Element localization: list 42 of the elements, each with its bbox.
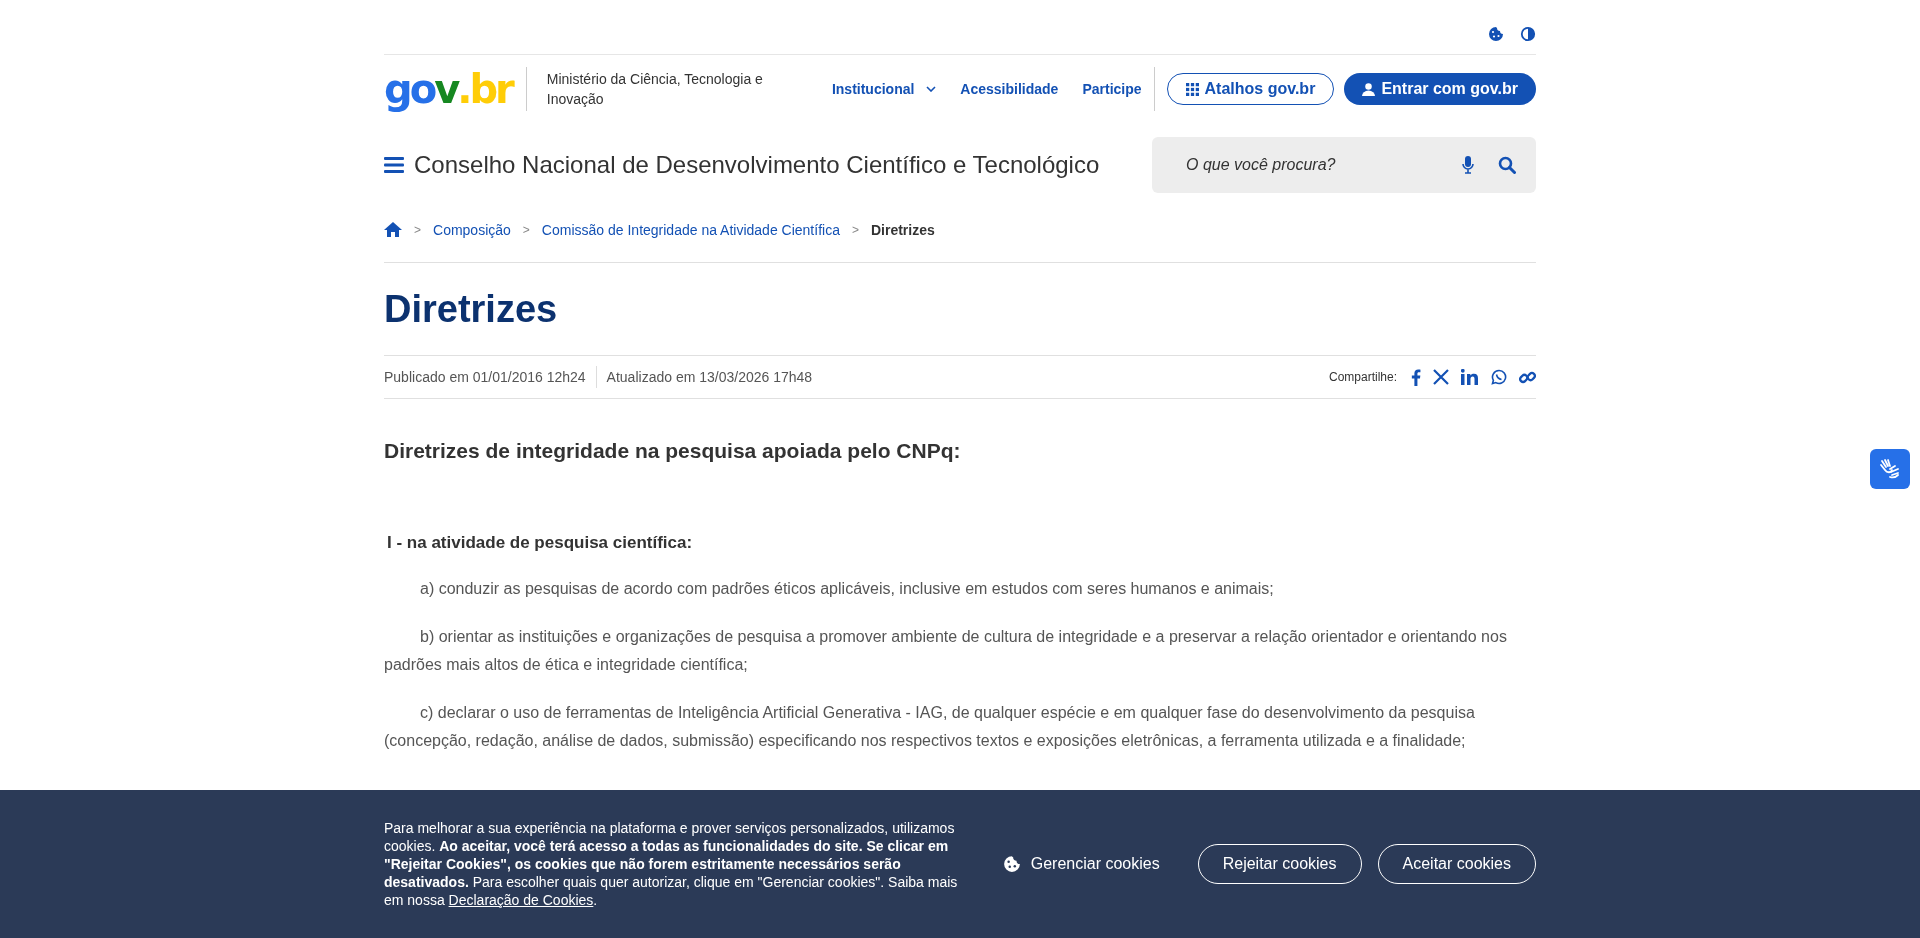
search-field[interactable]: O que você procura? [1184,155,1438,175]
whatsapp-icon[interactable] [1491,369,1507,385]
user-icon [1362,82,1376,96]
contrast-icon[interactable] [1520,26,1536,42]
cookie-icon [1002,855,1021,873]
breadcrumb-separator: > [522,222,530,237]
paragraph: c) declarar o uso de ferramentas de Inteligência Artificial Generativa - IAG, de qualquer espécie e em qualquer fase do desenvolvimento da pesquisa (concepção, redação, análise de dados, submissão) especificando nos respectivos textos e exposições eletrônicas, a ferramenta utilizada e a finalidade; [384,703,1476,751]
caret-icon [926,86,937,92]
breadcrumb-link[interactable]: Comissão de Integridade na Atividade Científica [541,221,840,238]
breadcrumb-link[interactable]: Composição [433,221,511,238]
hands-icon [1878,457,1902,481]
menu-icon[interactable] [384,156,404,174]
nav-link[interactable]: Participe [1082,81,1142,97]
breadcrumb-separator: > [414,222,421,237]
manage-cookies-button[interactable]: Gerenciar cookies [990,844,1172,884]
grid-icon [1185,82,1199,96]
updated-date: Atualizado em 13/03/2026 17h48 [606,369,813,385]
cookie-icon[interactable] [1488,26,1504,42]
login-button[interactable]: Entrar com gov.br [1344,73,1536,105]
nav-link[interactable]: Acessibilidade [960,81,1059,97]
section-subheading: I - na atividade de pesquisa científica: [387,533,694,553]
facebook-icon[interactable] [1411,368,1421,386]
gov-br-logo[interactable]: gov.br [384,67,512,111]
breadcrumb-separator: > [851,222,859,237]
published-date: Publicado em 01/01/2016 12h24 [384,369,586,385]
microphone-icon[interactable] [1462,156,1474,174]
cookie-notice: Para melhorar a sua experiência na plataforma e prover serviços personalizados, utilizamos cookies. Ao aceitar, você terá acesso a todas as funcionalidades do site. Se clicar em "Rejeitar Cookies", os cookies que não forem estritamente necessários serão desativados. Para escolher quais quer autorizar, clique em "Gerenciar cookies". Saiba mais em nossa Declaração de Cookies. [384,819,959,909]
paragraph: b) orientar as instituições e organizações de pesquisa a promover ambiente de cultura de integridade e a preservar a relação orientador e orientando nos padrões mais altos de ética e integridade científica; [384,627,1508,675]
ministry-name: Ministério da Ciência, Tecnologia e Inovação [546,70,764,109]
paragraph: a) conduzir as pesquisas de acordo com padrões éticos aplicáveis, inclusive em estudos com seres humanos e animais; [419,579,1275,599]
x-logo-icon[interactable] [1433,369,1449,385]
search-icon[interactable] [1498,156,1516,174]
page-title: Diretrizes [384,287,559,332]
site-title: Conselho Nacional de Desenvolvimento Científico e Tecnológico [414,151,1100,179]
linkedin-icon[interactable] [1461,369,1479,385]
share-label: Compartilhe: [1328,370,1397,384]
breadcrumb-current: Diretrizes [870,221,935,238]
section-heading: Diretrizes de integridade na pesquisa apoiada pelo CNPq: [384,439,962,463]
sign-language-button[interactable] [1870,449,1910,489]
shortcuts-button[interactable]: Atalhos gov.br [1166,73,1335,105]
home-icon[interactable] [384,222,402,237]
nav-link[interactable]: Institucional [831,81,937,97]
